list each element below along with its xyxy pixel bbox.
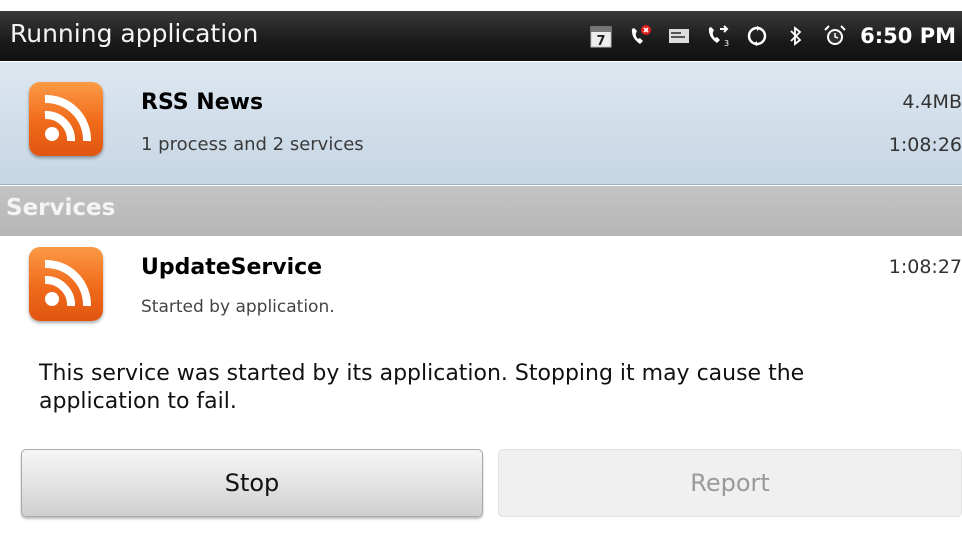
svg-text:7: 7: [597, 34, 606, 48]
service-description: This service was started by its applicat…: [39, 361, 805, 414]
alarm-icon: [823, 24, 847, 48]
svg-text:3: 3: [724, 39, 729, 48]
app-process-info: 1 process and 2 services: [141, 134, 364, 155]
call-forward-icon: 3: [706, 24, 730, 48]
service-name: UpdateService: [141, 255, 323, 280]
service-started-by: Started by application.: [141, 297, 335, 317]
section-header-services: Services: [0, 186, 962, 236]
report-button[interactable]: Report: [498, 449, 962, 517]
app-name: RSS News: [141, 90, 264, 115]
status-icons: 7 3 6:50 PM: [579, 11, 956, 61]
service-running-time: 1:08:27: [888, 256, 962, 278]
sync-icon: [745, 24, 769, 48]
missed-call-icon: [628, 24, 652, 48]
section-header-label: Services: [6, 195, 116, 221]
app-running-time: 1:08:26: [888, 134, 962, 156]
voicemail-icon: [667, 24, 691, 48]
bluetooth-icon: [784, 24, 808, 48]
rss-icon: [29, 82, 103, 156]
app-row-rss-news[interactable]: RSS News 1 process and 2 services 4.4MB …: [0, 62, 962, 185]
clock: 6:50 PM: [860, 24, 956, 48]
stop-button[interactable]: Stop: [21, 449, 483, 517]
screen-title: Running application: [10, 19, 259, 48]
status-bar: Running application 7 3 6:50 PM: [0, 11, 962, 61]
rss-icon: [29, 247, 103, 321]
app-memory: 4.4MB: [902, 91, 962, 113]
calendar-icon: 7: [589, 24, 613, 48]
